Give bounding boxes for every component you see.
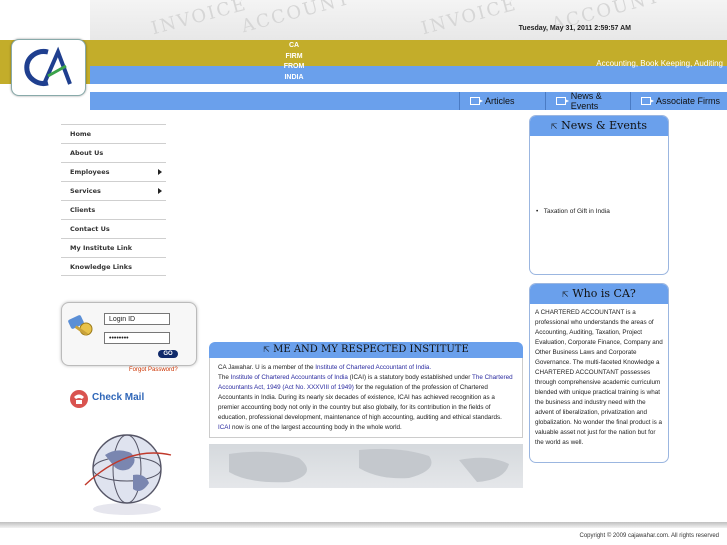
header-datetime: Tuesday, May 31, 2011 2:59:57 AM (518, 25, 631, 32)
institute-text: now is one of the largest accounting bod… (230, 424, 402, 431)
sidebar-nav: Home About Us Employees Services Clients… (61, 124, 166, 276)
who-is-ca-panel: ⇱ Who is CA? A CHARTERED ACCOUNTANT is a… (529, 283, 669, 463)
password-field[interactable] (104, 332, 170, 344)
who-panel-title: ⇱ Who is CA? (530, 284, 668, 304)
copyright-text: Copyright © 2009 cajawahar.com. All righ… (579, 533, 720, 539)
header-background: INVOICE ACCOUNT INVOICE ACCOUNT (90, 0, 727, 40)
submenu-arrow-icon (158, 188, 162, 194)
topnav-articles[interactable]: Articles (459, 92, 544, 110)
news-panel-title: ⇱ News & Events (530, 116, 668, 136)
sidebar-item-my-institute-link[interactable]: My Institute Link (61, 238, 166, 257)
sidebar-item-home[interactable]: Home (61, 124, 166, 143)
news-item[interactable]: • Taxation of Gift in India (536, 208, 610, 215)
institute-text: CA Jawahar. U is a member of the (218, 364, 316, 371)
globe-icon (84, 434, 172, 515)
world-map-image (209, 444, 523, 488)
exit-arrow-icon (641, 97, 654, 105)
footer-divider (0, 522, 727, 528)
tagline-line: CA (288, 42, 300, 49)
world-map-icon (229, 448, 509, 483)
topnav-news-events[interactable]: News & Events (545, 91, 630, 111)
submenu-arrow-icon (158, 169, 162, 175)
bullet-arrow-icon: ⇱ (263, 345, 270, 354)
bullet-arrow-icon: ⇱ (562, 290, 569, 299)
sidebar-item-label: Services (70, 187, 101, 195)
go-button[interactable]: GO (158, 350, 178, 358)
who-title-text: Who is CA? (572, 287, 636, 300)
news-events-panel: ⇱ News & Events (529, 115, 669, 275)
header-tagline: CA FIRM FROM INDIA (279, 41, 309, 83)
site-logo[interactable] (11, 39, 86, 96)
institute-panel-title: ⇱ ME AND MY RESPECTED INSTITUTE (209, 342, 523, 358)
sidebar-item-label: About Us (70, 149, 104, 157)
keys-icon (68, 315, 93, 336)
login-id-field[interactable] (104, 313, 170, 325)
sidebar-item-label: My Institute Link (70, 244, 133, 252)
institute-text: (ICAI) is a statutory body established u… (347, 374, 473, 381)
institute-paragraph-2: The Institute of Chartered Accountants o… (218, 373, 514, 433)
sidebar-item-label: Knowledge Links (70, 262, 132, 271)
tagline-line: FROM (283, 63, 305, 70)
institute-panel-body: CA Jawahar. U is a member of the Institu… (209, 358, 523, 438)
sidebar-item-contact-us[interactable]: Contact Us (61, 219, 166, 238)
tagline-line: INDIA (284, 73, 304, 81)
sidebar-item-label: Employees (70, 168, 110, 176)
icai-link[interactable]: Institute of Chartered Accountant of Ind… (315, 364, 431, 371)
topnav-label: News & Events (570, 91, 602, 111)
header-blue-band (90, 66, 727, 84)
sidebar-item-label: Home (70, 130, 92, 138)
sidebar-item-label: Clients (70, 206, 96, 214)
sidebar-item-about-us[interactable]: About Us (61, 143, 166, 162)
news-item-label: Taxation of Gift in India (543, 208, 610, 215)
exit-arrow-icon (470, 97, 483, 105)
sidebar-item-knowledge-links[interactable]: Knowledge Links (61, 257, 166, 276)
bullet-arrow-icon: ⇱ (550, 122, 558, 131)
tagline-line: FIRM (285, 52, 303, 60)
sidebar-item-employees[interactable]: Employees (61, 162, 166, 181)
exit-arrow-icon (556, 97, 569, 105)
check-mail-label: Check Mail (92, 392, 145, 403)
news-title-text: News & Events (561, 119, 648, 132)
phone-icon (70, 390, 88, 408)
icai-full-name-link[interactable]: Institute of Chartered Accountants of In… (231, 374, 348, 381)
bullet-icon: • (536, 208, 544, 215)
ca-logo-icon (24, 46, 72, 86)
sidebar-item-label: Contact Us (70, 225, 110, 233)
institute-paragraph-1: CA Jawahar. U is a member of the Institu… (218, 363, 514, 373)
topnav-label: Associate Firms (656, 96, 721, 106)
icai-short-link[interactable]: ICAI (218, 424, 230, 431)
topnav-label: Articles (485, 96, 515, 106)
who-description: A CHARTERED ACCOUNTANT is a professional… (535, 309, 663, 446)
forgot-password-link[interactable]: Forgot Password? (129, 367, 178, 373)
top-nav-bar: Articles News & Events Associate Firms (90, 91, 727, 111)
sidebar-item-services[interactable]: Services (61, 181, 166, 200)
sidebar-item-clients[interactable]: Clients (61, 200, 166, 219)
check-mail-button[interactable]: Check Mail (69, 389, 145, 409)
header-marquee: Accounting, Book Keeping, Auditing (596, 59, 723, 68)
institute-title-text: ME AND MY RESPECTED INSTITUTE (273, 344, 469, 355)
institute-text: The (218, 374, 231, 381)
topnav-associate-firms[interactable]: Associate Firms (630, 92, 720, 110)
